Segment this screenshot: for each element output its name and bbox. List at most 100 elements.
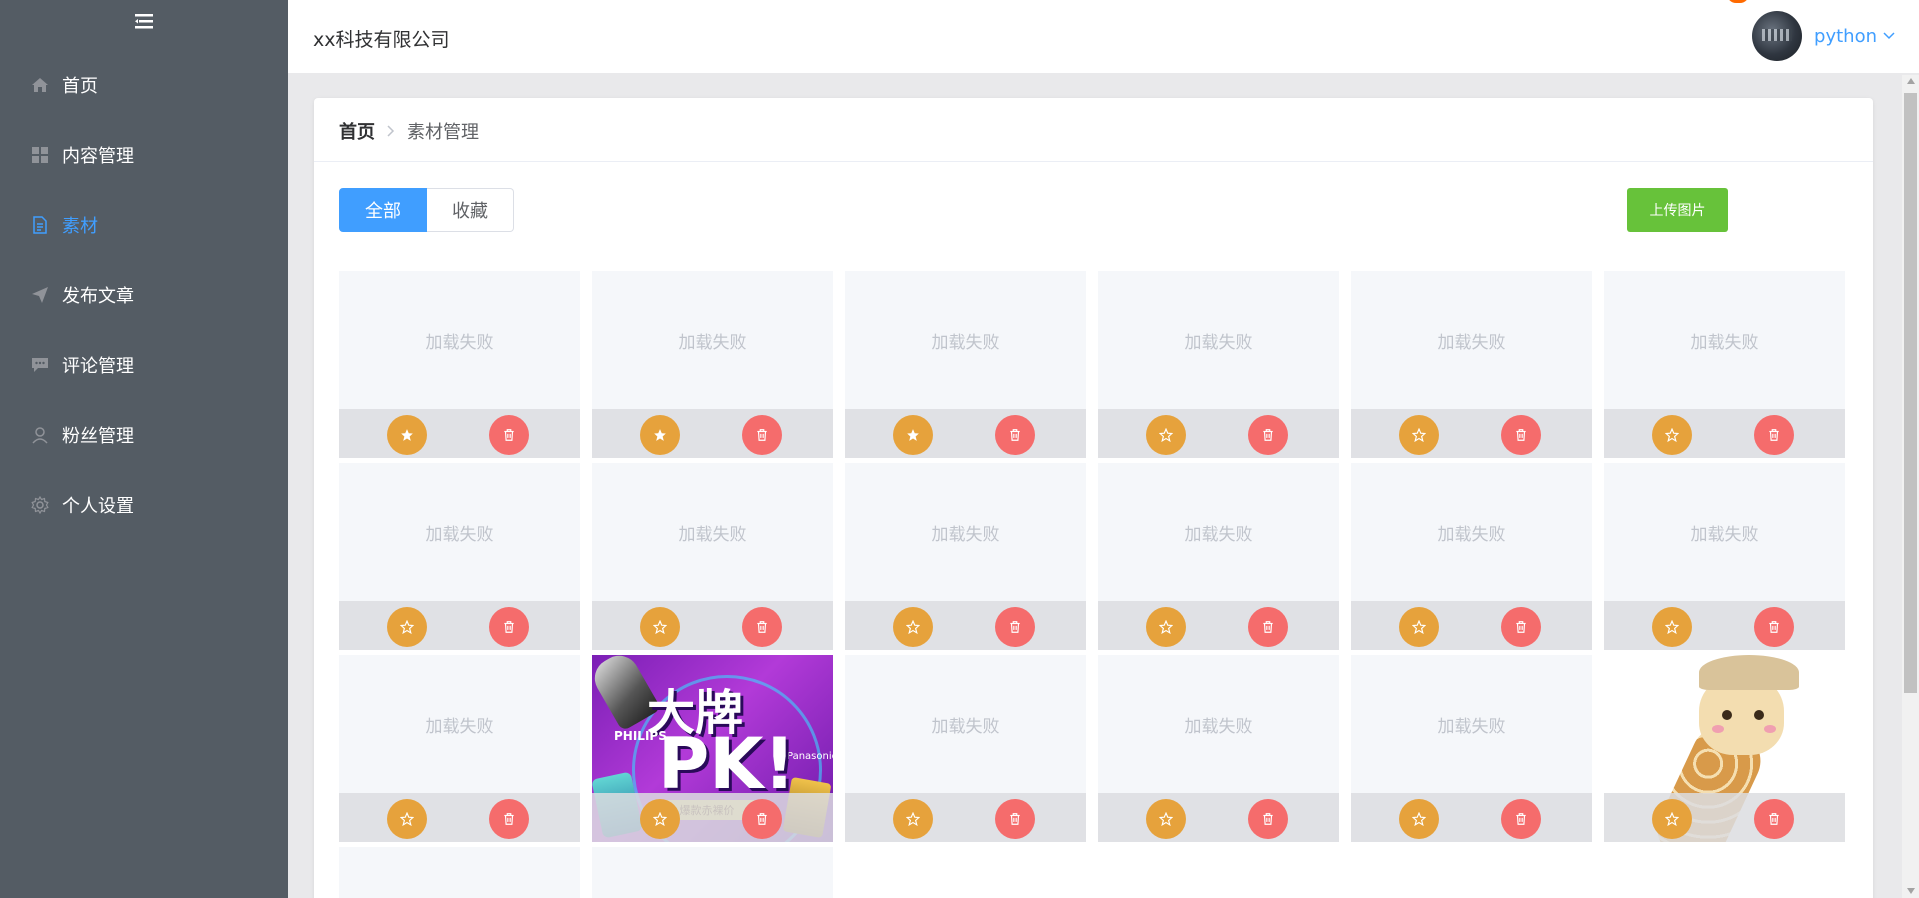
top-header: xx科技有限公司 python xyxy=(288,0,1919,73)
sidebar-item-label: 粉丝管理 xyxy=(62,426,134,447)
tile-actions xyxy=(845,409,1086,458)
star-filled-icon[interactable] xyxy=(387,415,427,455)
material-tile: 加载失败 xyxy=(1098,271,1339,458)
sidebar-item-label: 评论管理 xyxy=(62,356,134,377)
trash-icon[interactable] xyxy=(1248,607,1288,647)
material-tile: 加载失败 xyxy=(1098,463,1339,650)
trash-icon[interactable] xyxy=(1248,415,1288,455)
trash-icon[interactable] xyxy=(995,607,1035,647)
material-tile: 加载失败 xyxy=(845,463,1086,650)
star-icon[interactable] xyxy=(1652,607,1692,647)
star-icon[interactable] xyxy=(893,799,933,839)
collapse-menu-icon[interactable] xyxy=(130,10,158,34)
star-icon[interactable] xyxy=(1652,415,1692,455)
sidebar-item-0[interactable]: 首页 xyxy=(0,50,288,120)
material-tile: 加载失败 xyxy=(1604,271,1845,458)
divider xyxy=(314,161,1873,162)
trash-icon[interactable] xyxy=(1501,607,1541,647)
trash-icon[interactable] xyxy=(742,799,782,839)
trash-icon[interactable] xyxy=(1754,607,1794,647)
username[interactable]: python xyxy=(1814,26,1877,47)
material-tile: 加载失败 xyxy=(1604,463,1845,650)
comment-icon xyxy=(30,355,50,375)
trash-icon[interactable] xyxy=(489,607,529,647)
material-tile: 加载失败 xyxy=(1351,271,1592,458)
sidebar-item-3[interactable]: 发布文章 xyxy=(0,260,288,330)
giraffe-hat xyxy=(1699,655,1799,690)
tile-actions xyxy=(592,409,833,458)
scroll-up-arrow-icon[interactable] xyxy=(1907,78,1915,84)
sidebar-item-label: 发布文章 xyxy=(62,286,134,307)
avatar[interactable] xyxy=(1752,11,1803,61)
trash-icon[interactable] xyxy=(1248,799,1288,839)
upload-image-button[interactable]: 上传图片 xyxy=(1627,188,1728,232)
trash-icon[interactable] xyxy=(995,415,1035,455)
star-icon[interactable] xyxy=(640,607,680,647)
trash-icon[interactable] xyxy=(742,607,782,647)
tile-actions xyxy=(1098,601,1339,650)
material-tile: 加载失败 xyxy=(339,463,580,650)
giraffe-cheek xyxy=(1764,725,1776,733)
home-icon xyxy=(30,75,50,95)
star-icon[interactable] xyxy=(1146,415,1186,455)
load-failed-text: 加载失败 xyxy=(931,524,1000,545)
giraffe-eye xyxy=(1722,710,1732,720)
load-failed-text: 加载失败 xyxy=(931,332,1000,353)
trash-icon[interactable] xyxy=(1501,415,1541,455)
star-icon[interactable] xyxy=(640,799,680,839)
star-icon[interactable] xyxy=(1652,799,1692,839)
tile-actions xyxy=(1351,793,1592,842)
star-icon[interactable] xyxy=(1399,799,1439,839)
grid-icon xyxy=(30,145,50,165)
load-failed-text: 加载失败 xyxy=(1437,524,1506,545)
tab-favorites[interactable]: 收藏 xyxy=(427,188,514,232)
sidebar-item-5[interactable]: 粉丝管理 xyxy=(0,400,288,470)
sidebar-item-label: 内容管理 xyxy=(62,146,134,167)
trash-icon[interactable] xyxy=(742,415,782,455)
trash-icon[interactable] xyxy=(489,415,529,455)
breadcrumb-current: 素材管理 xyxy=(407,122,479,143)
load-failed-text: 加载失败 xyxy=(1184,332,1253,353)
user-icon xyxy=(30,425,50,445)
sidebar-item-4[interactable]: 评论管理 xyxy=(0,330,288,400)
breadcrumb-home[interactable]: 首页 xyxy=(339,118,375,144)
scrollbar-thumb[interactable] xyxy=(1904,93,1917,693)
star-icon[interactable] xyxy=(893,607,933,647)
giraffe-eye xyxy=(1754,710,1764,720)
material-tile: 大牌PHILIPSPanasonicPK!爆款赤裸价 xyxy=(592,655,833,842)
sidebar-item-2[interactable]: 素材 xyxy=(0,190,288,260)
trash-icon[interactable] xyxy=(1754,799,1794,839)
tab-all[interactable]: 全部 xyxy=(339,188,427,232)
tile-actions xyxy=(339,601,580,650)
material-tile: 加载失败 xyxy=(592,463,833,650)
trash-icon[interactable] xyxy=(489,799,529,839)
material-tile: 加载失败 xyxy=(845,655,1086,842)
chevron-down-icon[interactable] xyxy=(1883,29,1895,43)
sidebar-item-6[interactable]: 个人设置 xyxy=(0,470,288,540)
material-tile: 加载失败 xyxy=(339,271,580,458)
trash-icon[interactable] xyxy=(995,799,1035,839)
star-icon[interactable] xyxy=(387,607,427,647)
user-dropdown[interactable]: python xyxy=(1752,11,1895,61)
trash-icon[interactable] xyxy=(1501,799,1541,839)
tile-actions xyxy=(592,601,833,650)
material-tile: 加载失败 xyxy=(1351,655,1592,842)
star-icon[interactable] xyxy=(1399,415,1439,455)
material-tile xyxy=(592,847,833,898)
load-failed-text: 加载失败 xyxy=(1437,716,1506,737)
star-icon[interactable] xyxy=(1399,607,1439,647)
load-failed-text: 加载失败 xyxy=(931,716,1000,737)
tile-actions xyxy=(1604,409,1845,458)
material-tile: 加载失败 xyxy=(845,271,1086,458)
star-icon[interactable] xyxy=(1146,607,1186,647)
filter-tabs: 全部 收藏 xyxy=(339,188,514,232)
load-failed-text: 加载失败 xyxy=(425,524,494,545)
sidebar: 首页内容管理素材发布文章评论管理粉丝管理个人设置 xyxy=(0,0,288,898)
trash-icon[interactable] xyxy=(1754,415,1794,455)
star-icon[interactable] xyxy=(1146,799,1186,839)
sidebar-item-1[interactable]: 内容管理 xyxy=(0,120,288,190)
scroll-down-arrow-icon[interactable] xyxy=(1907,888,1915,894)
star-icon[interactable] xyxy=(387,799,427,839)
star-filled-icon[interactable] xyxy=(640,415,680,455)
star-filled-icon[interactable] xyxy=(893,415,933,455)
